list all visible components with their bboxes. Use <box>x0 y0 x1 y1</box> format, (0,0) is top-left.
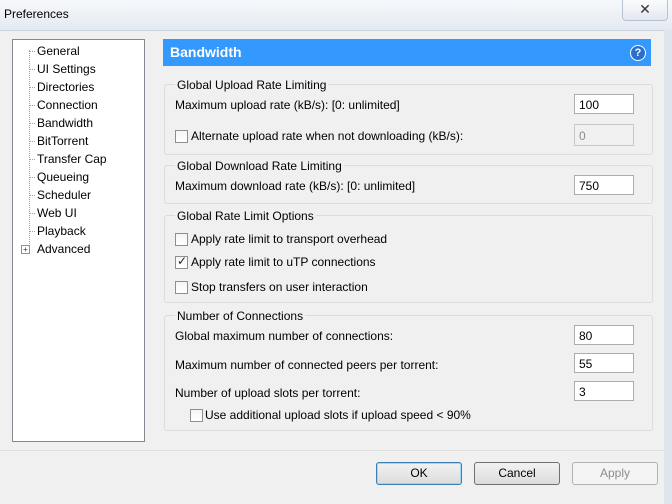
upload-slots-input[interactable]: 3 <box>574 381 634 401</box>
tree-branch <box>29 231 35 233</box>
utp-connections-checkbox[interactable]: ✓ <box>175 254 188 269</box>
title-bar: Preferences ✕ <box>0 0 672 31</box>
tree-branch <box>29 69 35 71</box>
alt-upload-rate-checkbox[interactable] <box>175 130 188 143</box>
download-group-title: Global Download Rate Limiting <box>175 159 344 173</box>
footer-divider <box>0 450 672 451</box>
preferences-nav-tree[interactable]: General UI Settings Directories Connecti… <box>12 39 145 442</box>
nav-item-playback[interactable]: Playback <box>37 223 86 239</box>
apply-button[interactable]: Apply <box>572 462 658 485</box>
close-icon: ✕ <box>639 1 651 17</box>
section-header: Bandwidth ? <box>163 39 651 66</box>
tree-branch <box>29 105 35 107</box>
extra-upload-slots-checkbox[interactable] <box>190 409 203 422</box>
stop-on-interaction-checkbox[interactable] <box>175 281 188 294</box>
help-icon[interactable]: ? <box>630 45 646 61</box>
global-max-connections-label: Global maximum number of connections: <box>175 329 394 343</box>
upload-group-title: Global Upload Rate Limiting <box>175 78 329 92</box>
global-max-connections-input[interactable]: 80 <box>574 325 634 345</box>
options-group-title: Global Rate Limit Options <box>175 209 316 223</box>
checkmark-icon: ✓ <box>177 254 188 268</box>
tree-branch <box>29 141 35 143</box>
max-upload-rate-input[interactable]: 100 <box>574 94 634 114</box>
connections-group-title: Number of Connections <box>175 309 306 323</box>
tree-line <box>29 50 31 250</box>
window-right-border <box>664 30 672 504</box>
nav-item-bittorrent[interactable]: BitTorrent <box>37 133 88 149</box>
max-download-rate-input[interactable]: 750 <box>574 175 634 195</box>
max-peers-label: Maximum number of connected peers per to… <box>175 358 439 372</box>
tree-branch <box>29 177 35 179</box>
nav-item-advanced[interactable]: Advanced <box>37 241 90 257</box>
section-title: Bandwidth <box>170 44 242 60</box>
alt-upload-rate-input[interactable]: 0 <box>574 124 634 146</box>
tree-branch <box>29 87 35 89</box>
tree-branch <box>29 123 35 125</box>
nav-item-connection[interactable]: Connection <box>37 97 98 113</box>
max-download-rate-label: Maximum download rate (kB/s): [0: unlimi… <box>175 179 416 193</box>
extra-upload-slots-label: Use additional upload slots if upload sp… <box>205 408 471 422</box>
max-upload-rate-label: Maximum upload rate (kB/s): [0: unlimite… <box>175 98 400 112</box>
nav-item-scheduler[interactable]: Scheduler <box>37 187 91 203</box>
nav-item-general[interactable]: General <box>37 43 80 59</box>
transport-overhead-checkbox[interactable] <box>175 233 188 246</box>
max-peers-input[interactable]: 55 <box>574 353 634 373</box>
tree-branch <box>29 195 35 197</box>
nav-item-transfer-cap[interactable]: Transfer Cap <box>37 151 107 167</box>
nav-item-queueing[interactable]: Queueing <box>37 169 89 185</box>
expand-plus-icon[interactable]: + <box>21 245 30 254</box>
ok-button[interactable]: OK <box>376 462 462 485</box>
alt-upload-rate-label: Alternate upload rate when not downloadi… <box>191 129 464 143</box>
nav-item-ui-settings[interactable]: UI Settings <box>37 61 96 77</box>
window-title: Preferences <box>4 7 69 21</box>
transport-overhead-label: Apply rate limit to transport overhead <box>191 232 388 246</box>
cancel-button[interactable]: Cancel <box>474 462 560 485</box>
utp-connections-label: Apply rate limit to uTP connections <box>191 255 376 269</box>
tree-branch <box>29 51 35 53</box>
tree-branch <box>29 213 35 215</box>
close-button[interactable]: ✕ <box>622 0 668 21</box>
tree-branch <box>29 159 35 161</box>
nav-item-directories[interactable]: Directories <box>37 79 94 95</box>
upload-slots-label: Number of upload slots per torrent: <box>175 386 361 400</box>
nav-item-bandwidth[interactable]: Bandwidth <box>37 115 94 131</box>
nav-item-web-ui[interactable]: Web UI <box>37 205 77 221</box>
stop-on-interaction-label: Stop transfers on user interaction <box>191 280 368 294</box>
